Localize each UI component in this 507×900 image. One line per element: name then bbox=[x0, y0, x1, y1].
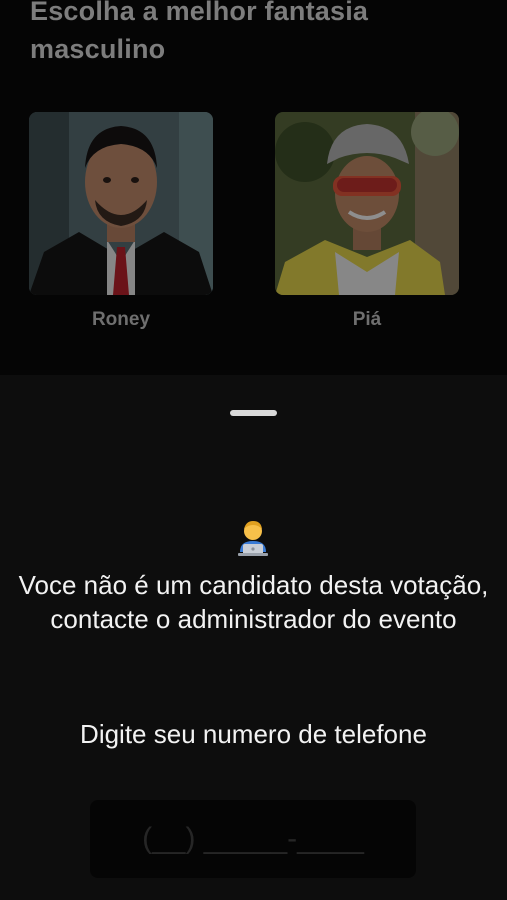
candidate-name: Piá bbox=[352, 309, 382, 330]
phone-number-label: Digite seu numero de telefone bbox=[80, 719, 427, 749]
candidate-photo-pia bbox=[275, 112, 459, 295]
voting-page-backdrop: Escolha a melhor fantasia masculino Rone… bbox=[0, 0, 507, 375]
candidate-card-roney[interactable]: Roney bbox=[29, 112, 213, 331]
candidate-photo-roney bbox=[29, 112, 213, 295]
candidate-card-pia[interactable]: Piá bbox=[275, 112, 459, 331]
sheet-grabber-handle[interactable] bbox=[230, 410, 277, 416]
candidate-name: Roney bbox=[91, 309, 151, 330]
phone-number-input[interactable] bbox=[90, 800, 416, 878]
technologist-emoji-icon bbox=[236, 520, 270, 556]
bottom-sheet: Voce não é um candidato desta votação, c… bbox=[0, 375, 507, 900]
not-candidate-message: Voce não é um candidato desta votação, c… bbox=[18, 570, 489, 634]
page-title: Escolha a melhor fantasia masculino bbox=[30, 0, 369, 64]
